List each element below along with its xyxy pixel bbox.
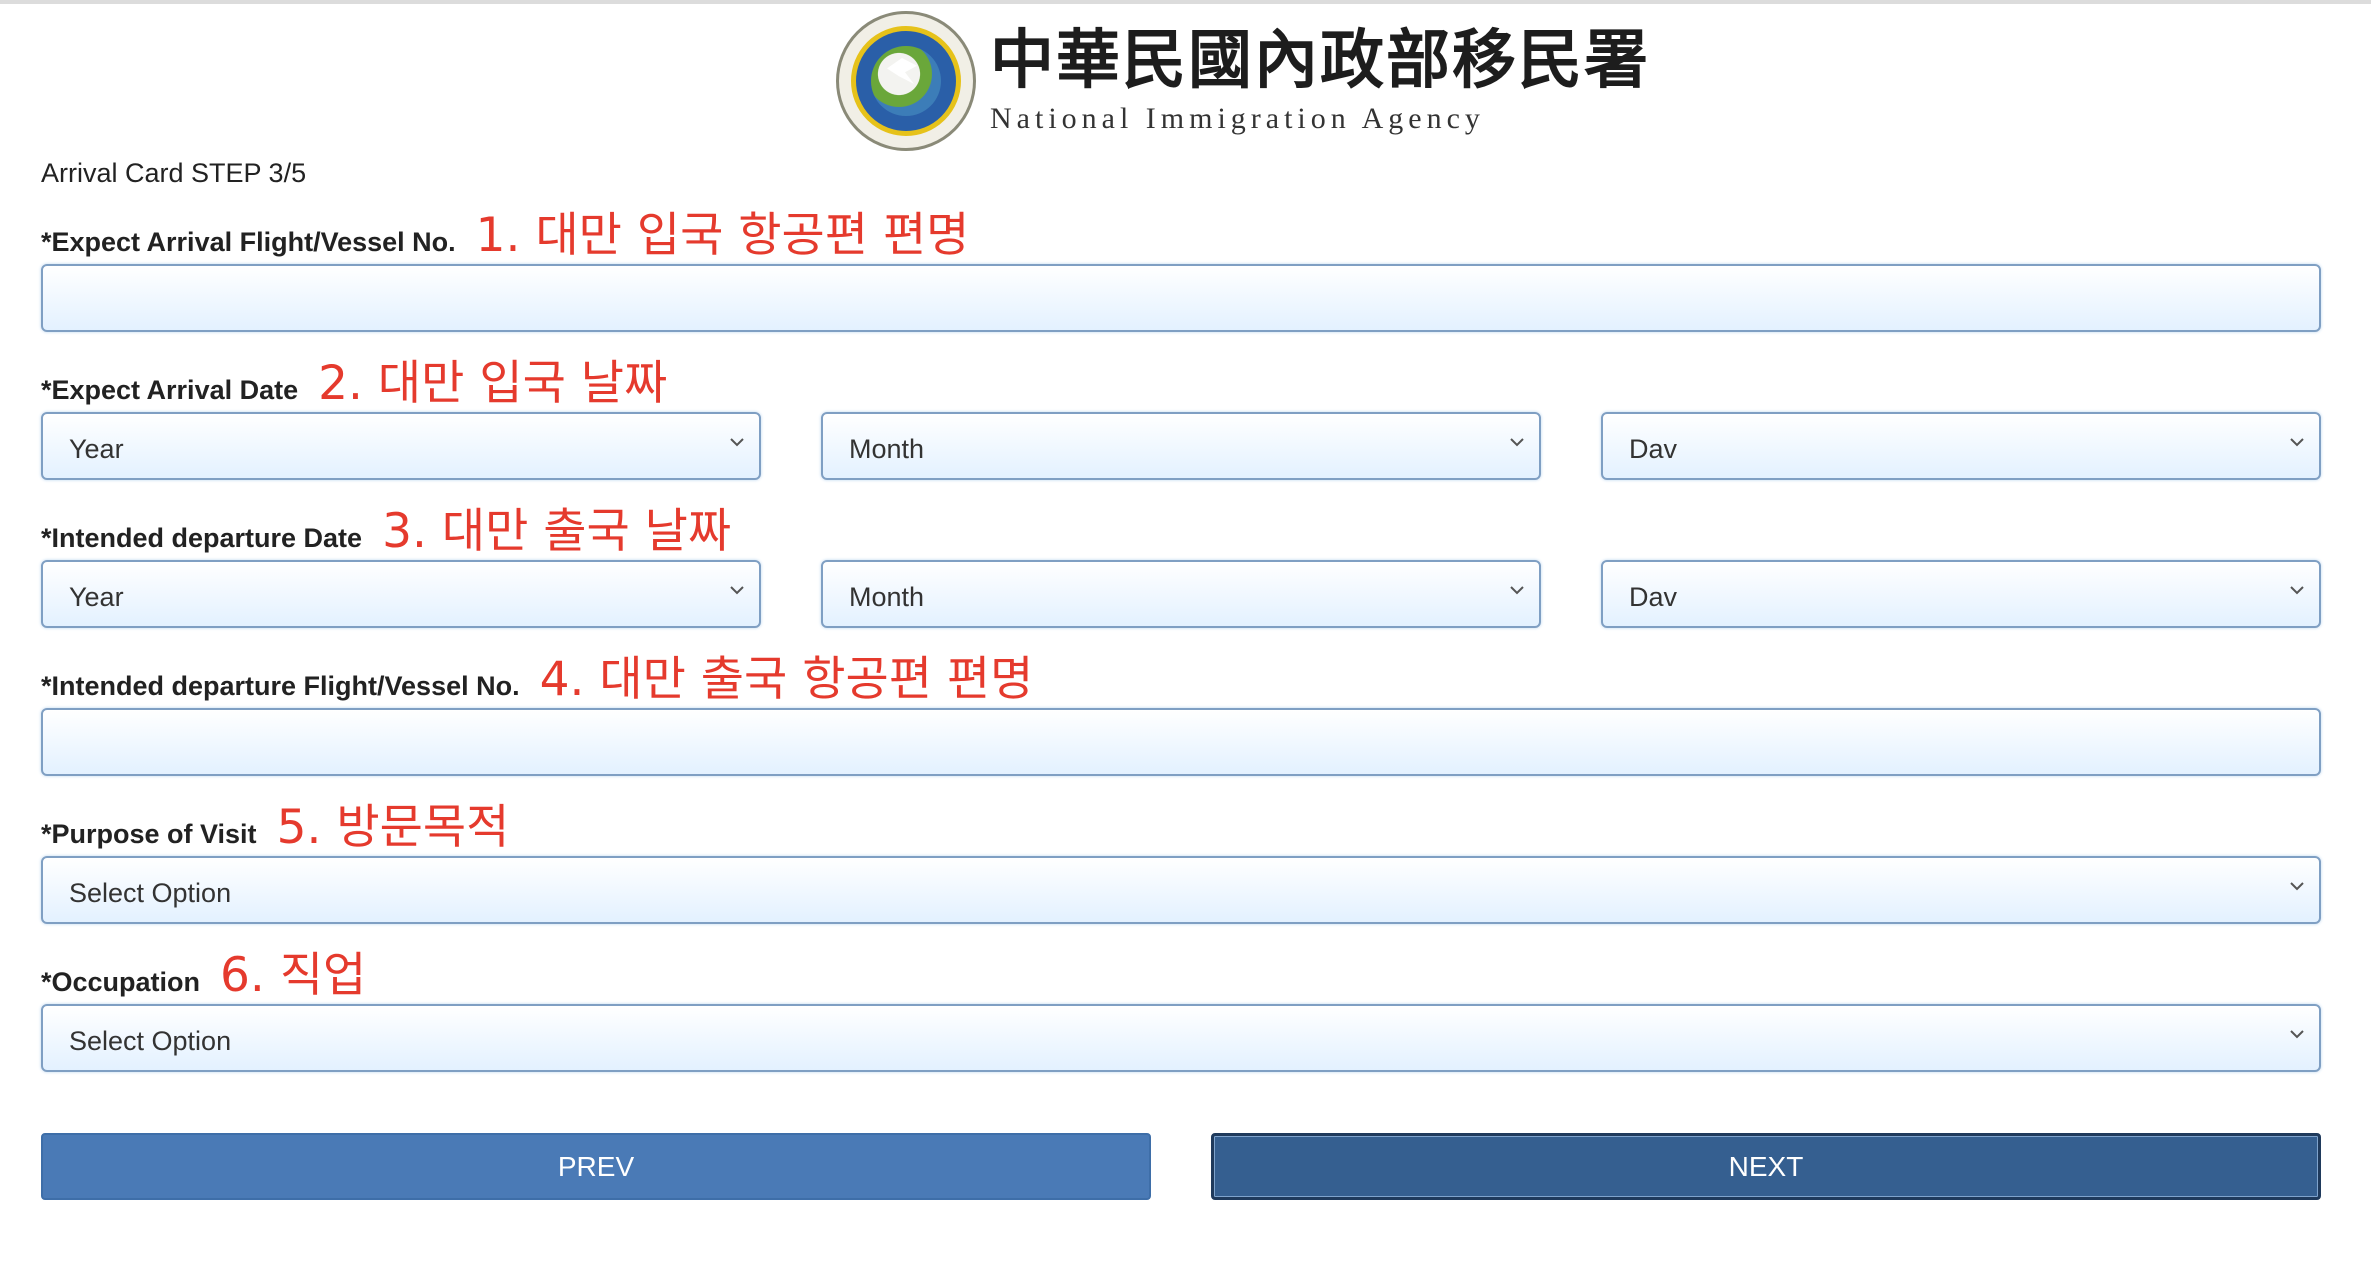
chevron-down-icon	[1510, 586, 1524, 595]
purpose-label-row: *Purpose of Visit 5. 방문목적	[41, 788, 509, 857]
arrival-date-annotation: 2. 대만 입국 날짜	[318, 356, 668, 411]
chevron-down-icon	[2290, 882, 2304, 891]
top-divider	[0, 0, 2371, 4]
next-button[interactable]: NEXT	[1211, 1133, 2321, 1200]
departure-month-select[interactable]: Month	[821, 560, 1541, 628]
occupation-label: *Occupation	[41, 967, 201, 997]
arrival-year-value: Year	[69, 434, 124, 464]
chevron-down-icon	[2290, 1030, 2304, 1039]
departure-date-label-row: *Intended departure Date 3. 대만 출국 날짜	[41, 492, 731, 561]
departure-flight-annotation: 4. 대만 출국 항공편 편명	[539, 652, 1034, 707]
chevron-down-icon	[730, 438, 744, 447]
departure-date-annotation: 3. 대만 출국 날짜	[382, 504, 732, 559]
arrival-day-value: Dav	[1629, 434, 1678, 464]
arrival-year-select[interactable]: Year	[41, 412, 761, 480]
departure-date-label: *Intended departure Date	[41, 523, 363, 553]
prev-button[interactable]: PREV	[41, 1133, 1151, 1200]
purpose-value: Select Option	[69, 878, 232, 908]
departure-flight-label: *Intended departure Flight/Vessel No.	[41, 671, 520, 701]
departure-year-select[interactable]: Year	[41, 560, 761, 628]
occupation-label-row: *Occupation 6. 직업	[41, 936, 366, 1005]
chevron-down-icon	[1510, 438, 1524, 447]
departure-day-value: Dav	[1629, 582, 1678, 612]
arrival-flight-label: *Expect Arrival Flight/Vessel No.	[41, 227, 456, 257]
arrival-day-select[interactable]: Dav	[1601, 412, 2321, 480]
purpose-select[interactable]: Select Option	[41, 856, 2321, 924]
arrival-flight-label-row: *Expect Arrival Flight/Vessel No. 1. 대만 …	[41, 196, 969, 265]
arrival-flight-annotation: 1. 대만 입국 항공편 편명	[475, 208, 970, 263]
arrival-date-label: *Expect Arrival Date	[41, 375, 299, 405]
agency-seal-logo	[836, 11, 976, 151]
chevron-down-icon	[730, 586, 744, 595]
departure-flight-input[interactable]	[41, 708, 2321, 776]
departure-flight-label-row: *Intended departure Flight/Vessel No. 4.…	[41, 640, 1033, 709]
chevron-down-icon	[2290, 438, 2304, 447]
agency-header: 中華民國內政部移民署 National Immigration Agency	[836, 10, 1650, 152]
agency-name: 中華民國內政部移民署 National Immigration Agency	[990, 22, 1650, 136]
occupation-select[interactable]: Select Option	[41, 1004, 2321, 1072]
departure-year-value: Year	[69, 582, 124, 612]
departure-day-select[interactable]: Dav	[1601, 560, 2321, 628]
agency-name-chinese: 中華民國內政部移民署	[990, 22, 1650, 98]
purpose-label: *Purpose of Visit	[41, 819, 257, 849]
occupation-value: Select Option	[69, 1026, 232, 1056]
arrival-date-label-row: *Expect Arrival Date 2. 대만 입국 날짜	[41, 344, 667, 413]
arrival-month-value: Month	[849, 434, 925, 464]
step-indicator: Arrival Card STEP 3/5	[41, 158, 307, 188]
arrival-flight-input[interactable]	[41, 264, 2321, 332]
arrival-month-select[interactable]: Month	[821, 412, 1541, 480]
purpose-annotation: 5. 방문목적	[276, 800, 510, 855]
occupation-annotation: 6. 직업	[220, 948, 367, 1003]
agency-name-english: National Immigration Agency	[990, 102, 1485, 136]
chevron-down-icon	[2290, 586, 2304, 595]
departure-month-value: Month	[849, 582, 925, 612]
